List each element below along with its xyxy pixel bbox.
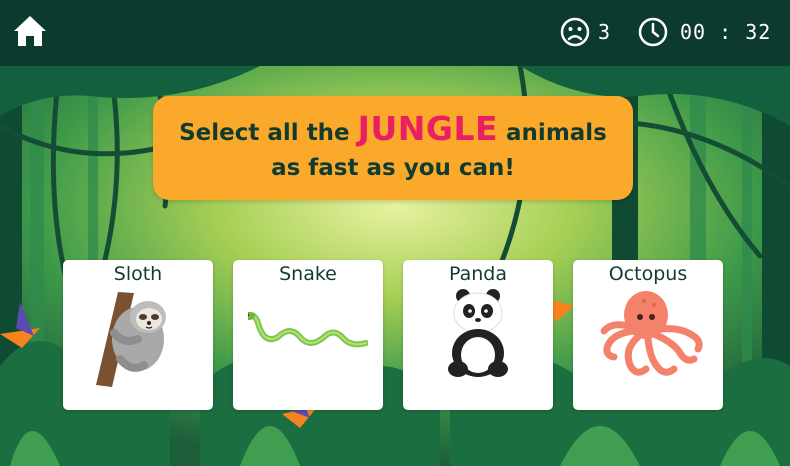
- octopus-icon: [600, 291, 703, 376]
- animal-label: Octopus: [608, 263, 688, 285]
- animal-label: Sloth: [113, 263, 163, 285]
- home-icon: [14, 16, 46, 46]
- mistakes-counter: 3: [560, 15, 610, 49]
- instruction-line-1: Select all the JUNGLE animals: [153, 112, 633, 150]
- sad-face-icon: [560, 17, 590, 47]
- panda-icon: [448, 289, 508, 377]
- home-button[interactable]: [12, 14, 48, 48]
- mistakes-count: 3: [598, 20, 611, 44]
- instruction-highlight: JUNGLE: [357, 109, 499, 148]
- top-bar: 3 00 : 32: [0, 0, 790, 66]
- snake-icon: [248, 312, 368, 348]
- instruction-line-2: as fast as you can!: [271, 155, 515, 181]
- instruction-suffix: animals: [498, 120, 607, 146]
- animal-label: Snake: [279, 263, 337, 285]
- animal-card-octopus[interactable]: Octopus: [573, 260, 723, 410]
- clock-icon: [638, 17, 668, 47]
- timer-text: 00 : 32: [680, 20, 772, 44]
- instruction-banner: Select all the JUNGLE animals as fast as…: [153, 96, 633, 200]
- animal-card-sloth[interactable]: Sloth: [63, 260, 213, 410]
- animal-card-panda[interactable]: Panda: [403, 260, 553, 410]
- timer: 00 : 32: [638, 15, 771, 49]
- animal-label: Panda: [449, 263, 507, 285]
- instruction-prefix: Select all the: [179, 120, 358, 146]
- sloth-icon: [96, 292, 166, 387]
- animal-card-snake[interactable]: Snake: [233, 260, 383, 410]
